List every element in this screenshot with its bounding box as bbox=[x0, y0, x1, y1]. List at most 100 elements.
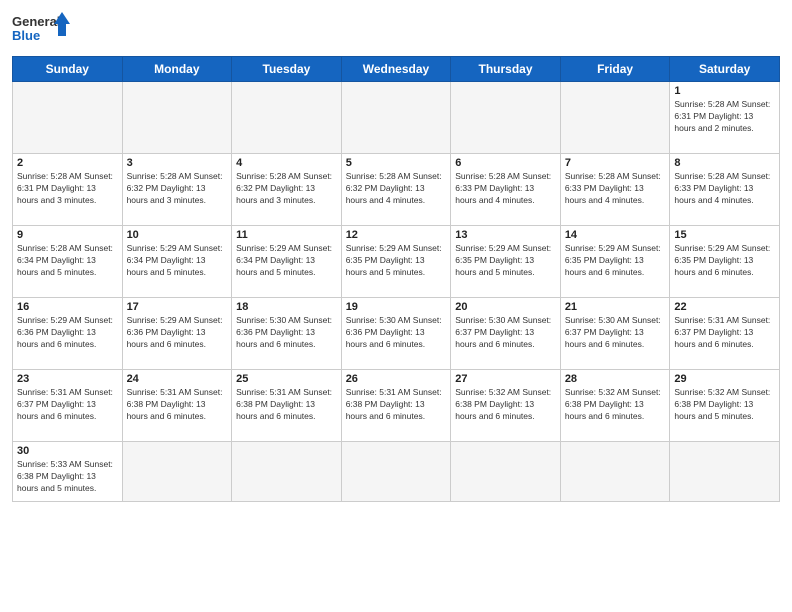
calendar-cell bbox=[670, 442, 780, 502]
day-info: Sunrise: 5:30 AM Sunset: 6:37 PM Dayligh… bbox=[455, 315, 556, 351]
day-number: 21 bbox=[565, 301, 666, 313]
logo: General Blue bbox=[12, 10, 72, 48]
calendar-cell: 23 Sunrise: 5:31 AM Sunset: 6:37 PM Dayli… bbox=[13, 370, 123, 442]
day-number: 24 bbox=[127, 373, 228, 385]
week-row-3: 16 Sunrise: 5:29 AM Sunset: 6:36 PM Dayli… bbox=[13, 298, 780, 370]
day-number: 30 bbox=[17, 445, 118, 457]
day-number: 20 bbox=[455, 301, 556, 313]
calendar-cell: 17 Sunrise: 5:29 AM Sunset: 6:36 PM Dayli… bbox=[122, 298, 232, 370]
day-info: Sunrise: 5:28 AM Sunset: 6:33 PM Dayligh… bbox=[674, 171, 775, 207]
day-info: Sunrise: 5:29 AM Sunset: 6:35 PM Dayligh… bbox=[565, 243, 666, 279]
day-number: 7 bbox=[565, 157, 666, 169]
calendar-cell bbox=[122, 82, 232, 154]
calendar-cell bbox=[560, 442, 670, 502]
calendar-cell: 16 Sunrise: 5:29 AM Sunset: 6:36 PM Dayli… bbox=[13, 298, 123, 370]
header: General Blue bbox=[12, 10, 780, 48]
day-number: 13 bbox=[455, 229, 556, 241]
day-info: Sunrise: 5:28 AM Sunset: 6:33 PM Dayligh… bbox=[565, 171, 666, 207]
day-info: Sunrise: 5:28 AM Sunset: 6:34 PM Dayligh… bbox=[17, 243, 118, 279]
day-info: Sunrise: 5:28 AM Sunset: 6:32 PM Dayligh… bbox=[346, 171, 447, 207]
day-header-friday: Friday bbox=[560, 57, 670, 82]
svg-text:General: General bbox=[12, 14, 60, 29]
day-number: 5 bbox=[346, 157, 447, 169]
day-number: 23 bbox=[17, 373, 118, 385]
calendar-cell: 7 Sunrise: 5:28 AM Sunset: 6:33 PM Daylig… bbox=[560, 154, 670, 226]
day-number: 1 bbox=[674, 85, 775, 97]
calendar-cell: 22 Sunrise: 5:31 AM Sunset: 6:37 PM Dayli… bbox=[670, 298, 780, 370]
week-row-5: 30 Sunrise: 5:33 AM Sunset: 6:38 PM Dayli… bbox=[13, 442, 780, 502]
calendar-cell: 2 Sunrise: 5:28 AM Sunset: 6:31 PM Daylig… bbox=[13, 154, 123, 226]
day-info: Sunrise: 5:30 AM Sunset: 6:37 PM Dayligh… bbox=[565, 315, 666, 351]
day-info: Sunrise: 5:31 AM Sunset: 6:38 PM Dayligh… bbox=[127, 387, 228, 423]
calendar-cell: 26Sunrise: 5:31 AM Sunset: 6:38 PM Dayli… bbox=[341, 370, 451, 442]
day-number: 15 bbox=[674, 229, 775, 241]
calendar-cell: 13 Sunrise: 5:29 AM Sunset: 6:35 PM Dayli… bbox=[451, 226, 561, 298]
calendar-cell: 20 Sunrise: 5:30 AM Sunset: 6:37 PM Dayli… bbox=[451, 298, 561, 370]
day-header-wednesday: Wednesday bbox=[341, 57, 451, 82]
day-info: Sunrise: 5:31 AM Sunset: 6:37 PM Dayligh… bbox=[17, 387, 118, 423]
calendar-cell: 11 Sunrise: 5:29 AM Sunset: 6:34 PM Dayli… bbox=[232, 226, 342, 298]
day-number: 16 bbox=[17, 301, 118, 313]
day-info: Sunrise: 5:32 AM Sunset: 6:38 PM Dayligh… bbox=[565, 387, 666, 423]
calendar-cell: 4 Sunrise: 5:28 AM Sunset: 6:32 PM Daylig… bbox=[232, 154, 342, 226]
calendar-cell: 12Sunrise: 5:29 AM Sunset: 6:35 PM Dayli… bbox=[341, 226, 451, 298]
calendar-cell: 21 Sunrise: 5:30 AM Sunset: 6:37 PM Dayli… bbox=[560, 298, 670, 370]
day-info: Sunrise: 5:28 AM Sunset: 6:31 PM Dayligh… bbox=[17, 171, 118, 207]
day-header-thursday: Thursday bbox=[451, 57, 561, 82]
day-info: Sunrise: 5:30 AM Sunset: 6:36 PM Dayligh… bbox=[346, 315, 447, 351]
day-info: Sunrise: 5:28 AM Sunset: 6:32 PM Dayligh… bbox=[236, 171, 337, 207]
day-info: Sunrise: 5:31 AM Sunset: 6:37 PM Dayligh… bbox=[674, 315, 775, 351]
calendar-cell bbox=[451, 442, 561, 502]
week-row-4: 23 Sunrise: 5:31 AM Sunset: 6:37 PM Dayli… bbox=[13, 370, 780, 442]
day-number: 8 bbox=[674, 157, 775, 169]
day-info: Sunrise: 5:33 AM Sunset: 6:38 PM Dayligh… bbox=[17, 459, 118, 495]
calendar-cell bbox=[232, 82, 342, 154]
day-info: Sunrise: 5:28 AM Sunset: 6:31 PM Dayligh… bbox=[674, 99, 775, 135]
week-row-0: 1 Sunrise: 5:28 AM Sunset: 6:31 PM Daylig… bbox=[13, 82, 780, 154]
day-number: 2 bbox=[17, 157, 118, 169]
day-info: Sunrise: 5:29 AM Sunset: 6:36 PM Dayligh… bbox=[127, 315, 228, 351]
calendar-cell: 24 Sunrise: 5:31 AM Sunset: 6:38 PM Dayli… bbox=[122, 370, 232, 442]
calendar-cell: 19 Sunrise: 5:30 AM Sunset: 6:36 PM Dayli… bbox=[341, 298, 451, 370]
day-info: Sunrise: 5:29 AM Sunset: 6:34 PM Dayligh… bbox=[236, 243, 337, 279]
day-number: 22 bbox=[674, 301, 775, 313]
calendar-cell: 30 Sunrise: 5:33 AM Sunset: 6:38 PM Dayli… bbox=[13, 442, 123, 502]
calendar-cell: 15 Sunrise: 5:29 AM Sunset: 6:35 PM Dayli… bbox=[670, 226, 780, 298]
day-header-monday: Monday bbox=[122, 57, 232, 82]
day-info: Sunrise: 5:31 AM Sunset: 6:38 PM Dayligh… bbox=[346, 387, 447, 423]
day-info: Sunrise: 5:29 AM Sunset: 6:35 PM Dayligh… bbox=[346, 243, 447, 279]
day-info: Sunrise: 5:31 AM Sunset: 6:38 PM Dayligh… bbox=[236, 387, 337, 423]
day-number: 4 bbox=[236, 157, 337, 169]
day-info: Sunrise: 5:32 AM Sunset: 6:38 PM Dayligh… bbox=[455, 387, 556, 423]
day-number: 17 bbox=[127, 301, 228, 313]
day-info: Sunrise: 5:29 AM Sunset: 6:34 PM Dayligh… bbox=[127, 243, 228, 279]
day-number: 3 bbox=[127, 157, 228, 169]
day-info: Sunrise: 5:32 AM Sunset: 6:38 PM Dayligh… bbox=[674, 387, 775, 423]
day-number: 11 bbox=[236, 229, 337, 241]
day-header-row: SundayMondayTuesdayWednesdayThursdayFrid… bbox=[13, 57, 780, 82]
calendar-cell: 27Sunrise: 5:32 AM Sunset: 6:38 PM Dayli… bbox=[451, 370, 561, 442]
calendar-cell bbox=[13, 82, 123, 154]
svg-text:Blue: Blue bbox=[12, 28, 40, 43]
day-info: Sunrise: 5:29 AM Sunset: 6:35 PM Dayligh… bbox=[455, 243, 556, 279]
day-header-tuesday: Tuesday bbox=[232, 57, 342, 82]
day-header-sunday: Sunday bbox=[13, 57, 123, 82]
calendar-cell: 18Sunrise: 5:30 AM Sunset: 6:36 PM Dayli… bbox=[232, 298, 342, 370]
day-info: Sunrise: 5:30 AM Sunset: 6:36 PM Dayligh… bbox=[236, 315, 337, 351]
day-number: 6 bbox=[455, 157, 556, 169]
calendar-page: General Blue SundayMondayTuesdayWednesda… bbox=[0, 0, 792, 612]
calendar-cell: 9 Sunrise: 5:28 AM Sunset: 6:34 PM Daylig… bbox=[13, 226, 123, 298]
calendar-cell bbox=[122, 442, 232, 502]
day-info: Sunrise: 5:29 AM Sunset: 6:35 PM Dayligh… bbox=[674, 243, 775, 279]
calendar-cell bbox=[451, 82, 561, 154]
calendar-cell bbox=[341, 82, 451, 154]
calendar-cell: 10Sunrise: 5:29 AM Sunset: 6:34 PM Dayli… bbox=[122, 226, 232, 298]
calendar-table: SundayMondayTuesdayWednesdayThursdayFrid… bbox=[12, 56, 780, 502]
calendar-cell bbox=[560, 82, 670, 154]
day-info: Sunrise: 5:29 AM Sunset: 6:36 PM Dayligh… bbox=[17, 315, 118, 351]
day-number: 19 bbox=[346, 301, 447, 313]
day-number: 29 bbox=[674, 373, 775, 385]
calendar-cell: 6Sunrise: 5:28 AM Sunset: 6:33 PM Daylig… bbox=[451, 154, 561, 226]
calendar-cell: 5 Sunrise: 5:28 AM Sunset: 6:32 PM Daylig… bbox=[341, 154, 451, 226]
day-number: 9 bbox=[17, 229, 118, 241]
